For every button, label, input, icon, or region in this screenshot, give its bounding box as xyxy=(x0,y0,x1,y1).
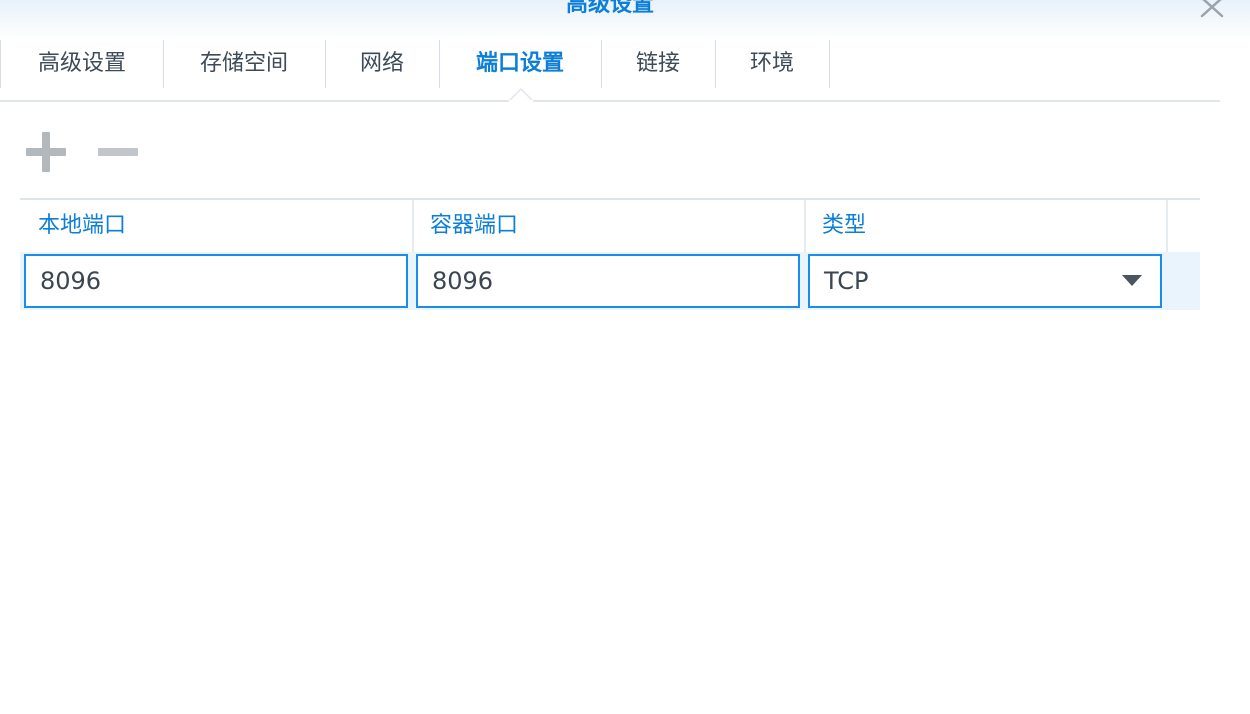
column-header-local-port[interactable]: 本地端口 xyxy=(20,200,412,250)
container-port-input[interactable] xyxy=(416,254,800,308)
tab-links[interactable]: 链接 xyxy=(602,38,714,88)
protocol-type-select[interactable]: TCP xyxy=(808,254,1162,308)
chevron-down-icon xyxy=(1122,275,1142,286)
dialog-title: 高级设置 xyxy=(565,0,654,17)
tab-environment[interactable]: 环境 xyxy=(716,38,828,88)
tab-port-settings[interactable]: 端口设置 xyxy=(440,38,600,88)
column-header-container-port[interactable]: 容器端口 xyxy=(412,200,804,250)
column-divider xyxy=(1166,200,1168,252)
close-button[interactable] xyxy=(1196,0,1228,24)
tab-bar: 高级设置 存储空间 网络 端口设置 链接 环境 xyxy=(0,38,1220,102)
tab-network[interactable]: 网络 xyxy=(326,38,438,88)
active-tab-caret-icon xyxy=(509,88,533,102)
advanced-settings-dialog: 高级设置 高级设置 存储空间 网络 端口设置 链接 环境 本地端口 容器端口 类… xyxy=(0,0,1250,714)
close-icon xyxy=(1200,0,1224,18)
title-bar: 高级设置 xyxy=(0,0,1250,40)
remove-port-button[interactable] xyxy=(94,128,142,176)
plus-icon xyxy=(26,132,66,172)
tab-divider xyxy=(0,40,1,88)
tab-storage[interactable]: 存储空间 xyxy=(164,38,324,88)
column-header-type[interactable]: 类型 xyxy=(804,200,1166,250)
protocol-type-value: TCP xyxy=(824,267,869,295)
local-port-input[interactable] xyxy=(24,254,408,308)
tab-divider xyxy=(829,40,830,88)
port-mapping-table: 本地端口 容器端口 类型 TCP xyxy=(20,198,1200,310)
minus-icon xyxy=(98,148,138,156)
add-port-button[interactable] xyxy=(22,128,70,176)
tab-advanced-settings[interactable]: 高级设置 xyxy=(2,38,162,88)
